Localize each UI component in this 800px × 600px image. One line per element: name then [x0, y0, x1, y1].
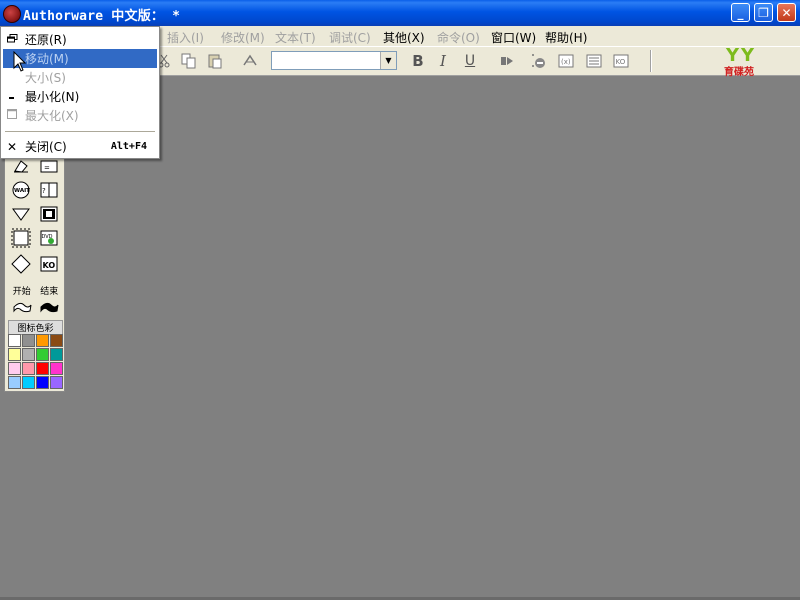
menu-debug[interactable]: 调试(C): [329, 29, 371, 46]
paste-icon[interactable]: [206, 52, 224, 70]
variables-icon[interactable]: [585, 52, 603, 70]
movie-icon[interactable]: [38, 203, 60, 225]
menu-text[interactable]: 文本(T): [275, 29, 316, 46]
underline-button[interactable]: U: [461, 52, 479, 70]
stop-flag-label: 结束: [40, 287, 59, 297]
italic-button[interactable]: I: [434, 52, 452, 70]
minimize-button[interactable]: _: [731, 3, 750, 22]
toolbar-separator: [650, 50, 652, 72]
system-menu-maximize[interactable]: 最大化(X): [3, 106, 157, 125]
close-shortcut: Alt+F4: [110, 141, 147, 152]
menu-commands[interactable]: 命令(O): [437, 29, 480, 46]
menu-help[interactable]: 帮助(H): [545, 29, 587, 46]
framework-icon[interactable]: [10, 227, 32, 249]
minimize-icon: _: [737, 5, 744, 20]
decision-icon[interactable]: [10, 253, 32, 275]
color-swatch[interactable]: [22, 376, 35, 389]
restore-icon: [6, 33, 18, 46]
wait-text: WAIT: [14, 188, 30, 194]
color-swatch[interactable]: [22, 334, 35, 347]
close-icon: ✕: [6, 139, 18, 154]
dvd-icon[interactable]: DVD: [38, 227, 60, 249]
system-menu: 还原(R) 移动(M) 大小(S) 最小化(N) 最大化(X) ✕ 关闭(C) …: [0, 26, 160, 159]
title-bar[interactable]: Authorware 中文版： * _ ❐ ✕: [0, 0, 800, 26]
color-swatch[interactable]: [8, 376, 21, 389]
color-swatch[interactable]: [50, 348, 63, 361]
color-swatch[interactable]: [8, 348, 21, 361]
logo-text: 育碟苑: [724, 67, 754, 78]
color-swatch[interactable]: [8, 334, 21, 347]
maximize-icon: [6, 109, 18, 122]
color-swatch[interactable]: [50, 334, 63, 347]
stop-flag-icon[interactable]: [38, 297, 60, 315]
run-icon[interactable]: [498, 52, 516, 70]
system-menu-close[interactable]: ✕ 关闭(C) Alt+F4: [3, 137, 157, 156]
app-icon[interactable]: [3, 5, 21, 23]
menu-separator: [5, 131, 155, 132]
start-flag-icon[interactable]: [11, 297, 33, 315]
ko-text: KO: [43, 261, 56, 270]
bold-button[interactable]: B: [409, 52, 427, 70]
system-menu-restore[interactable]: 还原(R): [3, 30, 157, 49]
interaction-icon[interactable]: ?: [38, 179, 60, 201]
menu-modify[interactable]: 修改(M): [221, 29, 265, 46]
icon-color-label: 图标色彩: [8, 320, 63, 335]
color-swatch[interactable]: [36, 376, 49, 389]
start-flag-label: 开始: [12, 287, 31, 297]
color-swatch[interactable]: [22, 362, 35, 375]
color-swatch[interactable]: [36, 348, 49, 361]
svg-text:(x): (x): [561, 58, 571, 66]
color-swatch[interactable]: [8, 362, 21, 375]
copy-icon[interactable]: [180, 52, 198, 70]
logo: YY 育碟苑: [722, 45, 782, 78]
control-panel-icon[interactable]: [530, 52, 548, 70]
color-swatch[interactable]: [50, 362, 63, 375]
minimize-icon: [6, 90, 18, 103]
svg-text:?: ?: [42, 187, 46, 195]
mouse-cursor-icon: [13, 51, 27, 72]
color-swatch[interactable]: [36, 334, 49, 347]
wait-icon[interactable]: WAIT: [10, 179, 32, 201]
maximize-icon: ❐: [758, 5, 769, 20]
close-icon: ✕: [781, 5, 792, 20]
functions-icon[interactable]: (x): [557, 52, 575, 70]
color-swatch[interactable]: [22, 348, 35, 361]
maximize-button[interactable]: ❐: [754, 3, 773, 22]
ko-icon[interactable]: KO: [38, 253, 60, 275]
color-swatch[interactable]: [50, 376, 63, 389]
chevron-down-icon[interactable]: ▼: [380, 52, 396, 69]
navigate-icon[interactable]: [10, 203, 32, 225]
menu-window[interactable]: 窗口(W): [491, 29, 536, 46]
menu-insert[interactable]: 插入(I): [167, 29, 204, 46]
window-title: Authorware 中文版： *: [23, 9, 181, 24]
system-menu-minimize[interactable]: 最小化(N): [3, 87, 157, 106]
close-button[interactable]: ✕: [777, 3, 796, 22]
color-swatch[interactable]: [36, 362, 49, 375]
menu-other[interactable]: 其他(X): [383, 29, 425, 46]
svg-text:KO: KO: [616, 58, 626, 66]
knowledge-object-icon[interactable]: KO: [612, 52, 630, 70]
find-icon[interactable]: [241, 52, 259, 70]
font-select[interactable]: ▼: [271, 51, 397, 70]
svg-text:=: =: [44, 164, 50, 172]
